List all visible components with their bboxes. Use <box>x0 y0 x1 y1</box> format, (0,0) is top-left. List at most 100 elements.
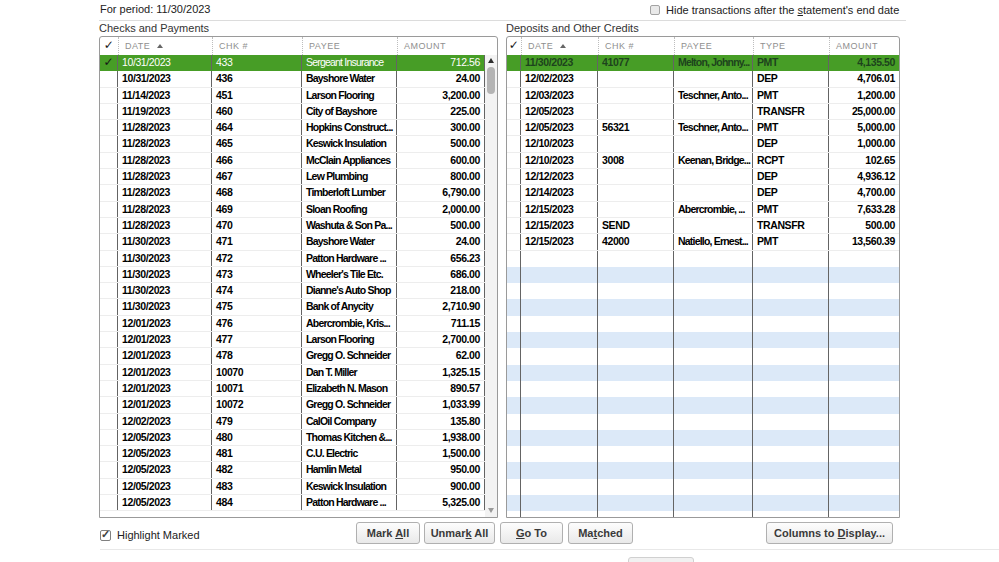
table-row[interactable]: 12/01/2023476Abercrombie, Kris...711.15 <box>100 316 485 332</box>
table-row[interactable]: 12/02/2023DEP4,706.01 <box>507 71 899 87</box>
checks-table-header: ✓ DATE CHK # PAYEE AMOUNT <box>100 37 497 55</box>
highlight-marked-checkbox[interactable]: Highlight Marked <box>100 529 200 541</box>
table-row[interactable]: 12/01/2023477Larson Flooring2,700.00 <box>100 332 485 348</box>
table-row[interactable]: 12/14/2023DEP4,700.00 <box>507 185 899 201</box>
table-row[interactable]: 11/14/2023451Larson Flooring3,200.00 <box>100 88 485 104</box>
table-row[interactable]: 12/10/2023DEP1,000.00 <box>507 136 899 152</box>
table-row[interactable]: 11/28/2023470Washuta & Son Pa...500.00 <box>100 218 485 234</box>
table-row[interactable]: ✓10/31/2023433Sergeant Insurance712.56 <box>100 55 485 71</box>
partial-bottom-button[interactable] <box>628 557 694 562</box>
row-check-cell <box>507 267 521 283</box>
go-to-button[interactable]: Go To <box>500 522 563 544</box>
cell-chk <box>598 299 674 315</box>
table-row[interactable]: 12/02/2023479CalOil Company135.80 <box>100 414 485 430</box>
row-check-cell <box>507 234 521 249</box>
table-row[interactable]: 11/28/2023468Timberloft Lumber6,790.00 <box>100 185 485 201</box>
column-header-check[interactable]: ✓ <box>507 37 521 55</box>
table-row[interactable]: 12/01/2023478Gregg O. Schneider62.00 <box>100 348 485 364</box>
unmark-all-button[interactable]: Unmark All <box>424 522 495 544</box>
table-row[interactable]: 11/28/2023466McClain Appliances600.00 <box>100 153 485 169</box>
cell-payee: Gregg O. Schneider <box>302 397 397 412</box>
cell-payee: Bayshore Water <box>302 234 397 249</box>
checkbox-checked-box[interactable] <box>100 530 111 541</box>
reconcile-window: For period: 11/30/2023 Hide transactions… <box>0 0 999 562</box>
cell-payee: Sloan Roofing <box>302 202 397 217</box>
row-check-cell <box>507 332 521 348</box>
row-check-cell <box>507 299 521 315</box>
cell-chk: 460 <box>212 104 302 119</box>
bottom-separator <box>100 549 999 550</box>
table-row[interactable]: 11/30/2023475Bank of Anycity2,710.90 <box>100 299 485 315</box>
table-row[interactable]: 11/30/2023471Bayshore Water24.00 <box>100 234 485 250</box>
cell-payee: Abercrombie, Kris... <box>302 316 397 331</box>
cell-payee <box>674 283 753 299</box>
column-header-type[interactable]: TYPE <box>753 37 829 55</box>
column-header-check[interactable]: ✓ <box>100 37 118 55</box>
table-row[interactable]: 12/01/202310071Elizabeth N. Mason890.57 <box>100 381 485 397</box>
column-header-date[interactable]: DATE <box>521 37 598 55</box>
cell-date: 12/05/2023 <box>521 104 598 119</box>
cell-date: 11/19/2023 <box>118 104 212 119</box>
table-row[interactable]: 11/19/2023460City of Bayshore225.00 <box>100 104 485 120</box>
column-header-date[interactable]: DATE <box>118 37 212 55</box>
table-row[interactable]: 11/30/2023474Dianne's Auto Shop218.00 <box>100 283 485 299</box>
table-row[interactable]: 11/28/2023464Hopkins Construct...300.00 <box>100 120 485 136</box>
table-row[interactable]: 12/05/202356321Teschner, Anto...PMT5,000… <box>507 120 899 136</box>
column-header-payee[interactable]: PAYEE <box>674 37 753 55</box>
cell-type: PMT <box>753 234 829 249</box>
empty-row <box>507 283 899 299</box>
table-row[interactable]: 12/10/20233008Keenan, Bridge...RCPT102.6… <box>507 153 899 169</box>
table-row[interactable]: 11/28/2023467Lew Plumbing800.00 <box>100 169 485 185</box>
vertical-scrollbar[interactable] <box>485 55 497 517</box>
row-check-cell <box>507 446 521 462</box>
columns-to-display-button[interactable]: Columns to Display... <box>766 522 893 544</box>
table-row[interactable]: 11/30/2023472Patton Hardware ...656.23 <box>100 251 485 267</box>
scroll-down-icon[interactable] <box>485 504 497 516</box>
cell-type <box>753 348 829 364</box>
checkbox-box[interactable] <box>650 5 660 15</box>
cell-date <box>521 348 598 364</box>
cell-payee: Sergeant Insurance <box>302 55 397 70</box>
cell-date <box>521 365 598 381</box>
row-check-cell <box>507 104 521 119</box>
row-check-cell <box>507 202 521 217</box>
table-row[interactable]: 12/05/2023483Keswick Insulation900.00 <box>100 479 485 495</box>
table-row[interactable]: 12/05/2023481C.U. Electric1,500.00 <box>100 446 485 462</box>
cell-chk: 466 <box>212 153 302 168</box>
column-header-chk[interactable]: CHK # <box>212 37 302 55</box>
column-header-payee[interactable]: PAYEE <box>302 37 397 55</box>
cell-amount: 25,000.00 <box>829 104 899 119</box>
table-row[interactable]: 12/15/2023Abercrombie, ...PMT7,633.28 <box>507 202 899 218</box>
table-row[interactable]: 12/12/2023DEP4,936.12 <box>507 169 899 185</box>
mark-all-button[interactable]: Mark All <box>356 522 420 544</box>
table-row[interactable]: 12/05/2023482Hamlin Metal950.00 <box>100 462 485 478</box>
cell-chk: 451 <box>212 88 302 103</box>
scrollbar-thumb[interactable] <box>487 67 495 94</box>
table-row[interactable]: 12/05/2023TRANSFR25,000.00 <box>507 104 899 120</box>
column-header-chk[interactable]: CHK # <box>598 37 674 55</box>
table-row[interactable]: 11/30/202341077Melton, Johnny...PMT4,135… <box>507 55 899 71</box>
table-row[interactable]: 12/05/2023480Thomas Kitchen &...1,938.00 <box>100 430 485 446</box>
column-header-amount[interactable]: AMOUNT <box>829 37 899 55</box>
cell-chk <box>598 185 674 200</box>
checks-panel-title: Checks and Payments <box>99 22 209 34</box>
cell-payee <box>674 511 753 517</box>
table-row[interactable]: 12/03/2023Teschner, Anto...PMT1,200.00 <box>507 88 899 104</box>
table-row[interactable]: 11/30/2023473Wheeler's Tile Etc.686.00 <box>100 267 485 283</box>
scroll-up-icon[interactable] <box>485 55 497 67</box>
table-row[interactable]: 10/31/2023436Bayshore Water24.00 <box>100 71 485 87</box>
matched-button[interactable]: Matched <box>568 522 633 544</box>
table-row[interactable]: 12/01/202310070Dan T. Miller1,325.15 <box>100 365 485 381</box>
table-row[interactable]: 12/01/202310072Gregg O. Schneider1,033.9… <box>100 397 485 413</box>
cell-chk: 479 <box>212 414 302 429</box>
cell-type <box>753 332 829 348</box>
hide-transactions-checkbox[interactable]: Hide transactions after the statement's … <box>650 4 899 16</box>
cell-amount: 1,000.00 <box>829 136 899 151</box>
table-row[interactable]: 11/28/2023465Keswick Insulation500.00 <box>100 136 485 152</box>
table-row[interactable]: 11/28/2023469Sloan Roofing2,000.00 <box>100 202 485 218</box>
column-header-amount[interactable]: AMOUNT <box>397 37 497 55</box>
table-row[interactable]: 12/15/202342000Natiello, Ernest...PMT13,… <box>507 234 899 250</box>
highlight-marked-label: Highlight Marked <box>117 529 200 541</box>
table-row[interactable]: 12/05/2023484Patton Hardware ...5,325.00 <box>100 495 485 511</box>
table-row[interactable]: 12/15/2023SENDTRANSFR500.00 <box>507 218 899 234</box>
